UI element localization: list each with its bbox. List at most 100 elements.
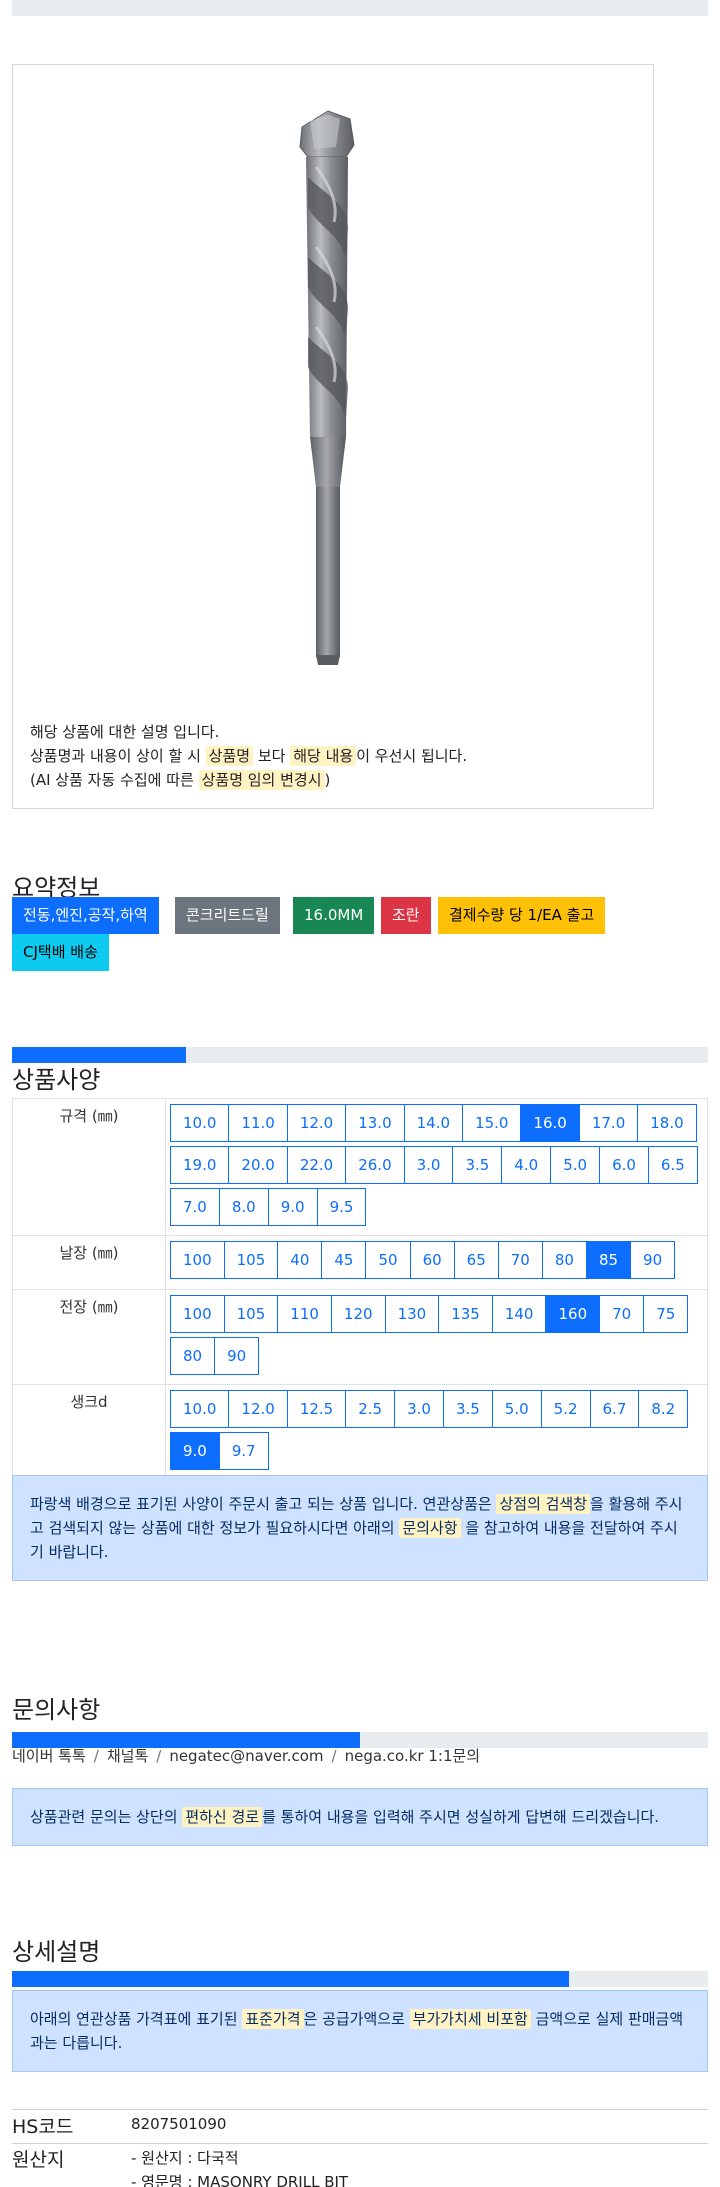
spec-option-button[interactable]: 17.0 — [578, 1104, 639, 1142]
origin-country: - 원산지 : 다국적 — [131, 2149, 239, 2167]
spec-option-button[interactable]: 50 — [365, 1241, 411, 1279]
description-line-1: 해당 상품에 대한 설명 입니다. — [30, 723, 220, 741]
spec-option-button[interactable]: 120 — [330, 1295, 386, 1333]
spec-options: 100 105 110 120 130 135 140 160 70 75 80 90 — [165, 1289, 708, 1385]
spec-option-button[interactable]: 10.0 — [170, 1390, 230, 1428]
highlight-inquiry: 문의사항 — [399, 1518, 461, 1538]
spec-option-button[interactable]: 80 — [170, 1337, 216, 1375]
inquiry-channels: 네이버 톡톡 / 채널톡 / negatec@naver.com / nega.co.kr … — [12, 1747, 481, 1765]
channel-channeltalk[interactable]: 채널톡 — [107, 1747, 148, 1765]
spec-option-button[interactable]: 105 — [223, 1241, 279, 1279]
spec-options: 10.0 11.0 12.0 13.0 14.0 15.0 16.0 17.0 18.0 19.0… — [165, 1098, 708, 1236]
spec-option-button[interactable]: 9.7 — [218, 1432, 269, 1470]
inquiry-title: 문의사항 — [12, 1696, 101, 1724]
spec-option-button[interactable]: 14.0 — [403, 1104, 464, 1142]
spec-option-button[interactable]: 16.0 — [520, 1104, 580, 1142]
spec-option-button[interactable]: 7.0 — [170, 1188, 220, 1226]
spec-option-button[interactable]: 75 — [643, 1295, 689, 1333]
spec-row-label: 규격 (㎜) — [12, 1098, 166, 1236]
spec-option-button[interactable]: 8.2 — [638, 1390, 689, 1428]
spec-option-button[interactable]: 3.5 — [452, 1146, 503, 1184]
spec-option-button[interactable]: 90 — [214, 1337, 260, 1375]
highlight-standard-price: 표준가격 — [242, 2009, 304, 2029]
spec-option-button[interactable]: 5.2 — [540, 1390, 591, 1428]
spec-option-button[interactable]: 9.5 — [316, 1188, 367, 1226]
spec-option-button[interactable]: 12.0 — [286, 1104, 347, 1142]
channel-email[interactable]: negatec@naver.com — [169, 1747, 323, 1765]
tag-size: 16.0MM — [293, 897, 375, 934]
highlight-product-name: 상품명 — [205, 746, 254, 766]
spec-row-label: 전장 (㎜) — [12, 1289, 166, 1385]
spec-option-button[interactable]: 160 — [545, 1295, 601, 1333]
highlight-name-change: 상품명 임의 변경시 — [198, 770, 325, 790]
detail-progress — [12, 1971, 708, 1987]
spec-option-button[interactable]: 70 — [599, 1295, 645, 1333]
spec-option-button[interactable]: 110 — [277, 1295, 332, 1333]
spec-option-button[interactable]: 20.0 — [228, 1146, 288, 1184]
spec-options: 10.0 12.0 12.5 2.5 3.0 3.5 5.0 5.2 6.7 8.2 9.0 9.7 — [165, 1384, 708, 1483]
spec-option-button[interactable]: 90 — [630, 1241, 676, 1279]
channel-site-inquiry[interactable]: nega.co.kr 1:1문의 — [345, 1747, 481, 1765]
drill-bit-illustration — [299, 110, 355, 665]
spec-option-button[interactable]: 3.0 — [394, 1390, 444, 1428]
spec-option-button[interactable]: 60 — [409, 1241, 455, 1279]
spec-option-button[interactable]: 3.5 — [442, 1390, 493, 1428]
spec-option-button[interactable]: 65 — [453, 1241, 499, 1279]
spec-row-label: 날장 (㎜) — [12, 1235, 166, 1290]
spec-option-button[interactable]: 6.5 — [647, 1146, 698, 1184]
tag-product-type: 콘크리트드릴 — [175, 897, 280, 934]
tag-category: 전동,엔진,공작,하역 — [12, 897, 159, 934]
spec-option-button[interactable]: 105 — [223, 1295, 279, 1333]
specs-title: 상품사양 — [12, 1066, 101, 1094]
spec-option-button[interactable]: 19.0 — [170, 1146, 230, 1184]
channel-naver-talk[interactable]: 네이버 톡톡 — [12, 1747, 86, 1765]
spec-option-button[interactable]: 18.0 — [637, 1104, 697, 1142]
spec-option-button[interactable]: 15.0 — [462, 1104, 522, 1142]
spec-option-button[interactable]: 130 — [384, 1295, 440, 1333]
page: 해당 상품에 대한 설명 입니다. 상품명과 내용이 상이 할 시 상품명 보다… — [0, 0, 720, 2187]
product-image-card: 해당 상품에 대한 설명 입니다. 상품명과 내용이 상이 할 시 상품명 보다… — [12, 64, 654, 809]
spec-row: 날장 (㎜) 100 105 40 45 50 60 65 70 80 85 90 — [12, 1235, 708, 1290]
hs-code-label: HS코드 — [12, 2116, 74, 2138]
spec-option-button[interactable]: 8.0 — [218, 1188, 269, 1226]
top-bar — [12, 0, 708, 16]
spec-option-button[interactable]: 135 — [438, 1295, 493, 1333]
detail-title: 상세설명 — [12, 1938, 101, 1966]
spec-option-button[interactable]: 70 — [497, 1241, 543, 1279]
spec-option-button[interactable]: 12.5 — [286, 1390, 347, 1428]
spec-option-button[interactable]: 26.0 — [345, 1146, 405, 1184]
spec-option-button[interactable]: 10.0 — [170, 1104, 230, 1142]
spec-option-button[interactable]: 12.0 — [228, 1390, 288, 1428]
product-description: 해당 상품에 대한 설명 입니다. 상품명과 내용이 상이 할 시 상품명 보다… — [30, 720, 467, 792]
spec-option-button[interactable]: 45 — [321, 1241, 367, 1279]
spec-option-button[interactable]: 100 — [170, 1241, 225, 1279]
hs-code-value: 8207501090 — [131, 2115, 227, 2133]
spec-table: 규격 (㎜) 10.0 11.0 12.0 13.0 14.0 15.0 16.0 17.0 18… — [12, 1098, 708, 1483]
tag-brand: 조란 — [381, 897, 431, 934]
spec-option-button[interactable]: 40 — [277, 1241, 323, 1279]
spec-option-button[interactable]: 6.7 — [589, 1390, 640, 1428]
description-line-2: 상품명과 내용이 상이 할 시 상품명 보다 해당 내용 이 우선시 됩니다. — [30, 746, 468, 766]
spec-option-button[interactable]: 6.0 — [599, 1146, 649, 1184]
spec-row: 생크d 10.0 12.0 12.5 2.5 3.0 3.5 5.0 5.2 6.7 8.2 9.0 9… — [12, 1384, 708, 1483]
spec-option-button[interactable]: 80 — [541, 1241, 587, 1279]
specs-progress — [12, 1047, 708, 1063]
spec-row-label: 생크d — [12, 1384, 166, 1483]
spec-option-button[interactable]: 2.5 — [345, 1390, 396, 1428]
spec-option-button[interactable]: 13.0 — [345, 1104, 405, 1142]
spec-option-button[interactable]: 9.0 — [170, 1432, 220, 1470]
highlight-route: 편하신 경로 — [182, 1807, 263, 1827]
origin-english-name: - 영문명 : MASONRY DRILL BIT — [131, 2173, 349, 2187]
spec-option-button[interactable]: 140 — [491, 1295, 547, 1333]
spec-option-button[interactable]: 3.0 — [403, 1146, 454, 1184]
spec-option-button[interactable]: 4.0 — [501, 1146, 552, 1184]
spec-option-button[interactable]: 5.0 — [550, 1146, 601, 1184]
spec-option-button[interactable]: 100 — [170, 1295, 225, 1333]
spec-option-button[interactable]: 9.0 — [267, 1188, 318, 1226]
spec-notice: 파랑색 배경으로 표기된 사양이 주문시 출고 되는 상품 입니다. 연관상품은… — [12, 1475, 708, 1581]
spec-options: 100 105 40 45 50 60 65 70 80 85 90 — [165, 1235, 708, 1290]
spec-option-button[interactable]: 5.0 — [491, 1390, 542, 1428]
spec-option-button[interactable]: 22.0 — [286, 1146, 347, 1184]
spec-option-button[interactable]: 85 — [585, 1241, 632, 1279]
spec-option-button[interactable]: 11.0 — [228, 1104, 288, 1142]
